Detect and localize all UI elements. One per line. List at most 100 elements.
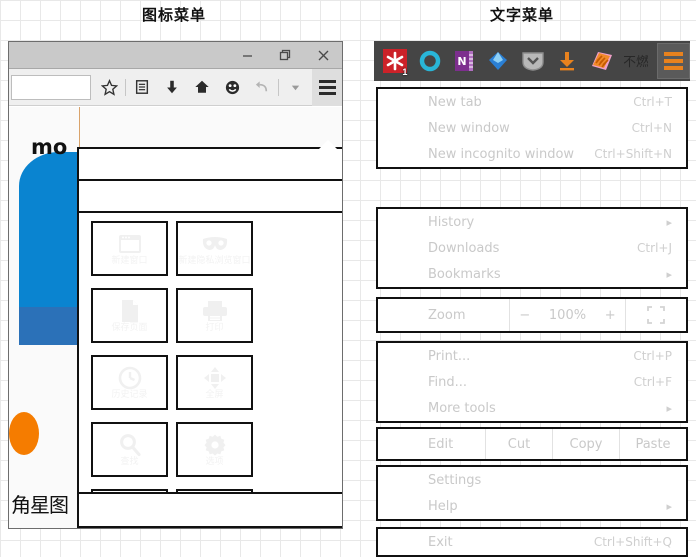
menu-item-shortcut: Ctrl+Shift+N [594,147,672,161]
restore-icon[interactable] [266,42,304,69]
menu-group-2: Zoom − 100% + [376,297,688,333]
extension-badge-count: 1 [402,67,408,77]
edit-label: Edit [428,436,454,452]
bookmarks-list-icon[interactable] [127,72,157,102]
submenu-arrow-icon: ▸ [666,402,672,415]
menu-item-history[interactable]: History ▸ [378,209,686,235]
menu-item-more-tools[interactable]: More tools ▸ [378,395,686,421]
menu-item-label: New tab [428,94,482,110]
menu-item-downloads[interactable]: Downloads Ctrl+J [378,235,686,261]
icon-menu-item-incognito-mask[interactable]: 新建隐私浏览窗口 [176,221,253,276]
menu-item-shortcut: Ctrl+N [631,121,672,135]
menu-item-new-window[interactable]: New window Ctrl+N [378,115,686,141]
menu-item-shortcut: Ctrl+J [637,241,672,255]
hamburger-menu-button[interactable] [657,43,690,79]
menu-item-label: More tools [428,400,496,416]
menu-item-label: Downloads [428,240,500,256]
menu-item-exit[interactable]: Exit Ctrl+Shift+Q [378,529,686,555]
svg-text:不燃: 不燃 [624,54,648,70]
expand-icon[interactable] [626,299,686,331]
incognito-mask-icon [201,232,229,256]
icon-menu-item-fullscreen[interactable]: 全屏 [176,355,253,410]
panel-pointer-arrow [319,140,337,149]
icon-menu-item-search[interactable]: 查找 [91,422,168,477]
gray-chevron-badge-icon[interactable] [516,41,550,81]
red-asterisk-extension-icon[interactable]: 1 [378,41,412,81]
icon-menu-item-label: 全屏 [205,389,224,400]
menu-item-label: Print... [428,348,471,364]
close-icon[interactable] [304,42,342,69]
menu-item-label: Exit [428,534,453,550]
menu-item-label: New incognito window [428,146,575,162]
menu-item-new-tab[interactable]: New tab Ctrl+T [378,89,686,115]
cjk-glyph-icon[interactable]: 不燃 [619,41,653,81]
menu-group-6: Exit Ctrl+Shift+Q [376,527,688,557]
panel-empty-row-2 [79,181,342,213]
submenu-arrow-icon: ▸ [666,500,672,513]
toolbar-divider-2 [278,78,279,96]
home-icon[interactable] [187,72,217,102]
icon-menu-browser-window: mo 角星图 ... 新建窗口新建隐私浏览窗口保存页面打印历史记录全屏查找选项附… [8,41,343,529]
menu-item-new-incognito-window[interactable]: New incognito window Ctrl+Shift+N [378,141,686,167]
fullscreen-icon [203,366,227,390]
url-input[interactable] [11,74,91,100]
menu-item-find[interactable]: Find... Ctrl+F [378,369,686,395]
hamburger-menu-button[interactable] [312,68,342,106]
panel-empty-row-1 [79,149,342,181]
icon-menu-item-label: 新建隐私浏览窗口 [178,255,251,266]
chevron-down-icon[interactable] [280,72,310,102]
page-cjk-subtext: ... [23,521,33,529]
menu-item-print[interactable]: Print... Ctrl+P [378,343,686,369]
zoom-label: Zoom [428,307,466,323]
menu-item-label: New window [428,120,510,136]
star-icon[interactable] [94,72,124,102]
cyan-ring-icon[interactable] [412,41,446,81]
orange-stack-icon[interactable] [585,41,619,81]
edit-action-paste[interactable]: Paste [619,429,686,459]
onenote-icon[interactable]: N [447,41,481,81]
menu-item-shortcut: Ctrl+F [633,375,672,389]
icon-menu-item-history-clock[interactable]: 历史记录 [91,355,168,410]
back-arrow-icon[interactable] [247,72,277,102]
menu-group-0: New tab Ctrl+T New window Ctrl+N New incogni… [376,87,688,169]
icon-menu-panel: 新建窗口新建隐私浏览窗口保存页面打印历史记录全屏查找选项附加组件开发者 [77,140,342,528]
edit-action-cut[interactable]: Cut [485,429,552,459]
menu-group-4: Edit Cut Copy Paste [376,427,688,461]
menu-item-label: Find... [428,374,468,390]
icon-menu-item-save-page[interactable]: 保存页面 [91,288,168,343]
save-page-icon [120,299,140,323]
menu-item-bookmarks[interactable]: Bookmarks ▸ [378,261,686,287]
menu-item-shortcut: Ctrl+Shift+Q [593,535,672,549]
zoom-in-button[interactable]: + [605,308,616,323]
menu-item-label: Help [428,498,458,514]
menu-item-shortcut: Ctrl+P [633,349,672,363]
icon-menu-item-label: 选项 [205,456,224,467]
browser-toolbar [9,68,342,106]
icon-menu-item-label: 保存页面 [111,322,148,333]
icon-menu-item-print[interactable]: 打印 [176,288,253,343]
search-icon [118,433,142,457]
svg-text:N: N [457,55,466,68]
page-wordmark: mo [31,135,68,159]
menu-item-help[interactable]: Help ▸ [378,493,686,519]
minimize-icon[interactable] [228,42,266,69]
download-arrow-icon[interactable] [157,72,187,102]
smiley-face-icon[interactable] [217,72,247,102]
edit-action-copy[interactable]: Copy [552,429,619,459]
blue-gem-icon[interactable] [481,41,515,81]
new-window-icon [117,232,143,256]
edit-row: Edit Cut Copy Paste [378,429,686,459]
menu-item-shortcut: Ctrl+T [633,95,672,109]
icon-menu-item-new-window[interactable]: 新建窗口 [91,221,168,276]
menu-group-5: Settings Help ▸ [376,465,688,521]
menu-item-settings[interactable]: Settings [378,467,686,493]
icon-menu-grid: 新建窗口新建隐私浏览窗口保存页面打印历史记录全屏查找选项附加组件开发者 [79,213,342,528]
icon-menu-item-label: 新建窗口 [111,255,148,266]
menu-group-1: History ▸ Downloads Ctrl+J Bookmarks ▸ [376,207,688,289]
download-arrow-icon[interactable] [550,41,584,81]
zoom-out-button[interactable]: − [519,308,530,323]
toolbar-divider [125,78,126,96]
icon-menu-item-gear[interactable]: 选项 [176,422,253,477]
page-cjk-heading: 角星图 [11,493,69,517]
print-icon [202,299,228,323]
